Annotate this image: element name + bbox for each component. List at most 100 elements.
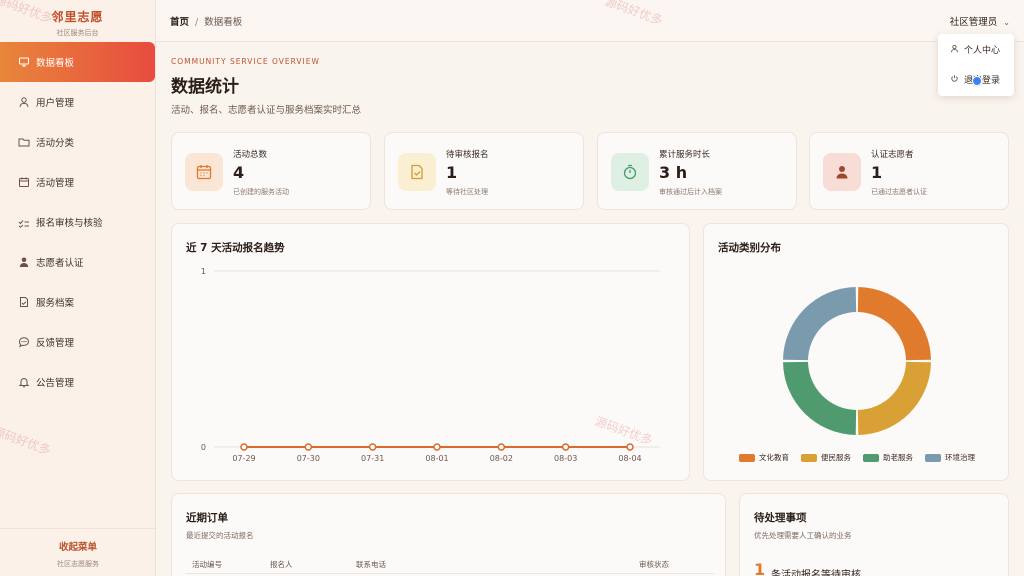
stat-label: 累计服务时长 xyxy=(659,150,711,160)
legend-swatch xyxy=(801,453,817,462)
legend-label: 助老服务 xyxy=(883,453,913,462)
sidebar-item-categories[interactable]: 活动分类 xyxy=(0,122,155,162)
column-header: 审核状态 xyxy=(639,560,669,569)
x-tick-label: 07-29 xyxy=(232,454,255,463)
stat-note: 已创建的服务活动 xyxy=(233,188,289,196)
data-point xyxy=(240,443,248,451)
sidebar-item-label: 用户管理 xyxy=(36,98,75,109)
todo-title: 待处理事项 xyxy=(754,512,807,524)
sidebar-nav: 数据看板 用户管理 活动分类 活动管理 报名审核与核验 志愿者认证 服务档案 反… xyxy=(0,42,155,402)
legend-swatch xyxy=(739,453,755,462)
trend-chart: 0 1 07-29 07-30 07-31 08-01 08-02 08-03 08-04 xyxy=(201,267,660,463)
x-tick-label: 07-30 xyxy=(297,454,320,463)
stat-label: 活动总数 xyxy=(233,150,268,160)
legend-item[interactable]: 环境治理 xyxy=(925,452,975,463)
sidebar-item-label: 活动分类 xyxy=(36,138,75,149)
data-point xyxy=(368,443,377,451)
todo-count: 1 xyxy=(754,560,766,576)
data-point xyxy=(433,443,441,451)
todo-text[interactable]: 条活动报名等待审核 xyxy=(771,566,861,576)
legend-swatch xyxy=(863,453,879,462)
stat-label: 待审核报名 xyxy=(446,150,489,160)
sidebar-item-label: 反馈管理 xyxy=(36,338,75,349)
orders-table-header: 活动编号 报名人 联系电话 审核状态 xyxy=(186,556,714,574)
page-subtitle: 活动、报名、志愿者认证与服务档案实时汇总 xyxy=(171,105,362,116)
sidebar-item-label: 志愿者认证 xyxy=(36,258,84,269)
sidebar-item-label: 报名审核与核验 xyxy=(36,218,103,229)
legend-label: 环境治理 xyxy=(945,453,975,462)
legend-item[interactable]: 助老服务 xyxy=(863,452,913,463)
sidebar-item-announcements[interactable]: 公告管理 xyxy=(0,362,155,402)
folder-icon xyxy=(18,136,30,148)
sidebar: 邻里志愿 社区服务后台 数据看板 用户管理 活动分类 活动管理 报名审核与核验 … xyxy=(0,0,156,576)
dropdown-item-profile[interactable]: 个人中心 xyxy=(938,34,1014,64)
timer-icon xyxy=(611,153,649,191)
chat-icon xyxy=(18,336,30,348)
category-donut-chart xyxy=(783,287,931,435)
power-icon xyxy=(950,74,959,85)
sidebar-footer-subtitle: 社区志愿服务 xyxy=(57,560,99,568)
stat-value: 3 h xyxy=(659,163,688,182)
user-menu-trigger[interactable]: 社区管理员 ⌄ xyxy=(950,14,1010,28)
document-check-icon xyxy=(398,153,436,191)
breadcrumb-separator: / xyxy=(195,17,199,28)
sidebar-item-archives[interactable]: 服务档案 xyxy=(0,282,155,322)
category-chart-card: 活动类别分布 文化教育 便民服务 助老服务 环境治理 xyxy=(703,223,1009,481)
legend-label: 便民服务 xyxy=(821,453,851,462)
breadcrumb-home[interactable]: 首页 xyxy=(170,17,189,28)
donut-slice xyxy=(857,361,931,435)
donut-slice xyxy=(783,361,857,435)
stat-note: 已通过志愿者认证 xyxy=(871,188,927,196)
legend-swatch xyxy=(925,453,941,462)
stat-value: 1 xyxy=(871,163,883,182)
sidebar-item-label: 数据看板 xyxy=(36,58,75,69)
chart-legend: 文化教育 便民服务 助老服务 环境治理 xyxy=(704,452,1010,463)
trend-chart-card: 近 7 天活动报名趋势 0 1 07-29 07-30 07-31 08-01 08-02 0… xyxy=(171,223,690,481)
calendar-icon xyxy=(18,176,30,188)
person-icon xyxy=(823,153,861,191)
sidebar-item-dashboard[interactable]: 数据看板 xyxy=(0,42,155,82)
y-tick-label: 0 xyxy=(201,443,206,452)
donut-slice xyxy=(783,287,857,361)
stat-card-activities: 活动总数 4 已创建的服务活动 xyxy=(171,132,371,210)
legend-label: 文化教育 xyxy=(759,453,789,462)
user-icon xyxy=(18,96,30,108)
sidebar-item-volunteer-cert[interactable]: 志愿者认证 xyxy=(0,242,155,282)
y-tick-label: 1 xyxy=(201,267,206,276)
person-icon xyxy=(18,256,30,268)
page-title: 数据统计 xyxy=(171,77,239,97)
user-name: 社区管理员 xyxy=(949,17,998,28)
checklist-icon xyxy=(18,216,30,228)
stat-note: 审核通过后计入档案 xyxy=(659,188,722,196)
calendar-icon xyxy=(185,153,223,191)
stat-value: 4 xyxy=(233,163,245,182)
collapse-menu-button[interactable]: 收起菜单 xyxy=(0,539,156,553)
brand-subtitle: 社区服务后台 xyxy=(56,29,99,37)
orders-title: 近期订单 xyxy=(186,512,228,524)
sidebar-item-review[interactable]: 报名审核与核验 xyxy=(0,202,155,242)
topbar: 首页 / 数据看板 社区管理员 ⌄ xyxy=(156,0,1024,42)
breadcrumb: 首页 / 数据看板 xyxy=(170,14,242,28)
orders-subtitle: 最近提交的活动报名 xyxy=(186,531,254,540)
column-header: 报名人 xyxy=(270,560,293,569)
sidebar-item-users[interactable]: 用户管理 xyxy=(0,82,155,122)
sidebar-item-label: 活动管理 xyxy=(36,178,75,189)
user-dropdown: 个人中心 退出登录 xyxy=(938,34,1014,96)
user-icon xyxy=(950,44,959,55)
dashboard-icon xyxy=(18,56,30,68)
chevron-down-icon: ⌄ xyxy=(1003,18,1010,27)
dropdown-item-label: 个人中心 xyxy=(964,45,1001,56)
stat-card-hours: 累计服务时长 3 h 审核通过后计入档案 xyxy=(597,132,797,210)
sidebar-item-label: 公告管理 xyxy=(36,378,75,389)
x-tick-label: 08-01 xyxy=(425,454,448,463)
stat-note: 等待社区处理 xyxy=(446,188,488,196)
todo-subtitle: 优先处理需要人工确认的业务 xyxy=(754,531,852,540)
page-kicker: COMMUNITY SERVICE OVERVIEW xyxy=(171,57,320,66)
legend-item[interactable]: 文化教育 xyxy=(739,452,789,463)
legend-item[interactable]: 便民服务 xyxy=(801,452,851,463)
todo-card: 待处理事项 优先处理需要人工确认的业务 1 条活动报名等待审核 xyxy=(739,493,1009,576)
sidebar-item-feedback[interactable]: 反馈管理 xyxy=(0,322,155,362)
stat-value: 1 xyxy=(446,163,458,182)
cursor-indicator xyxy=(972,76,982,86)
sidebar-item-activities[interactable]: 活动管理 xyxy=(0,162,155,202)
